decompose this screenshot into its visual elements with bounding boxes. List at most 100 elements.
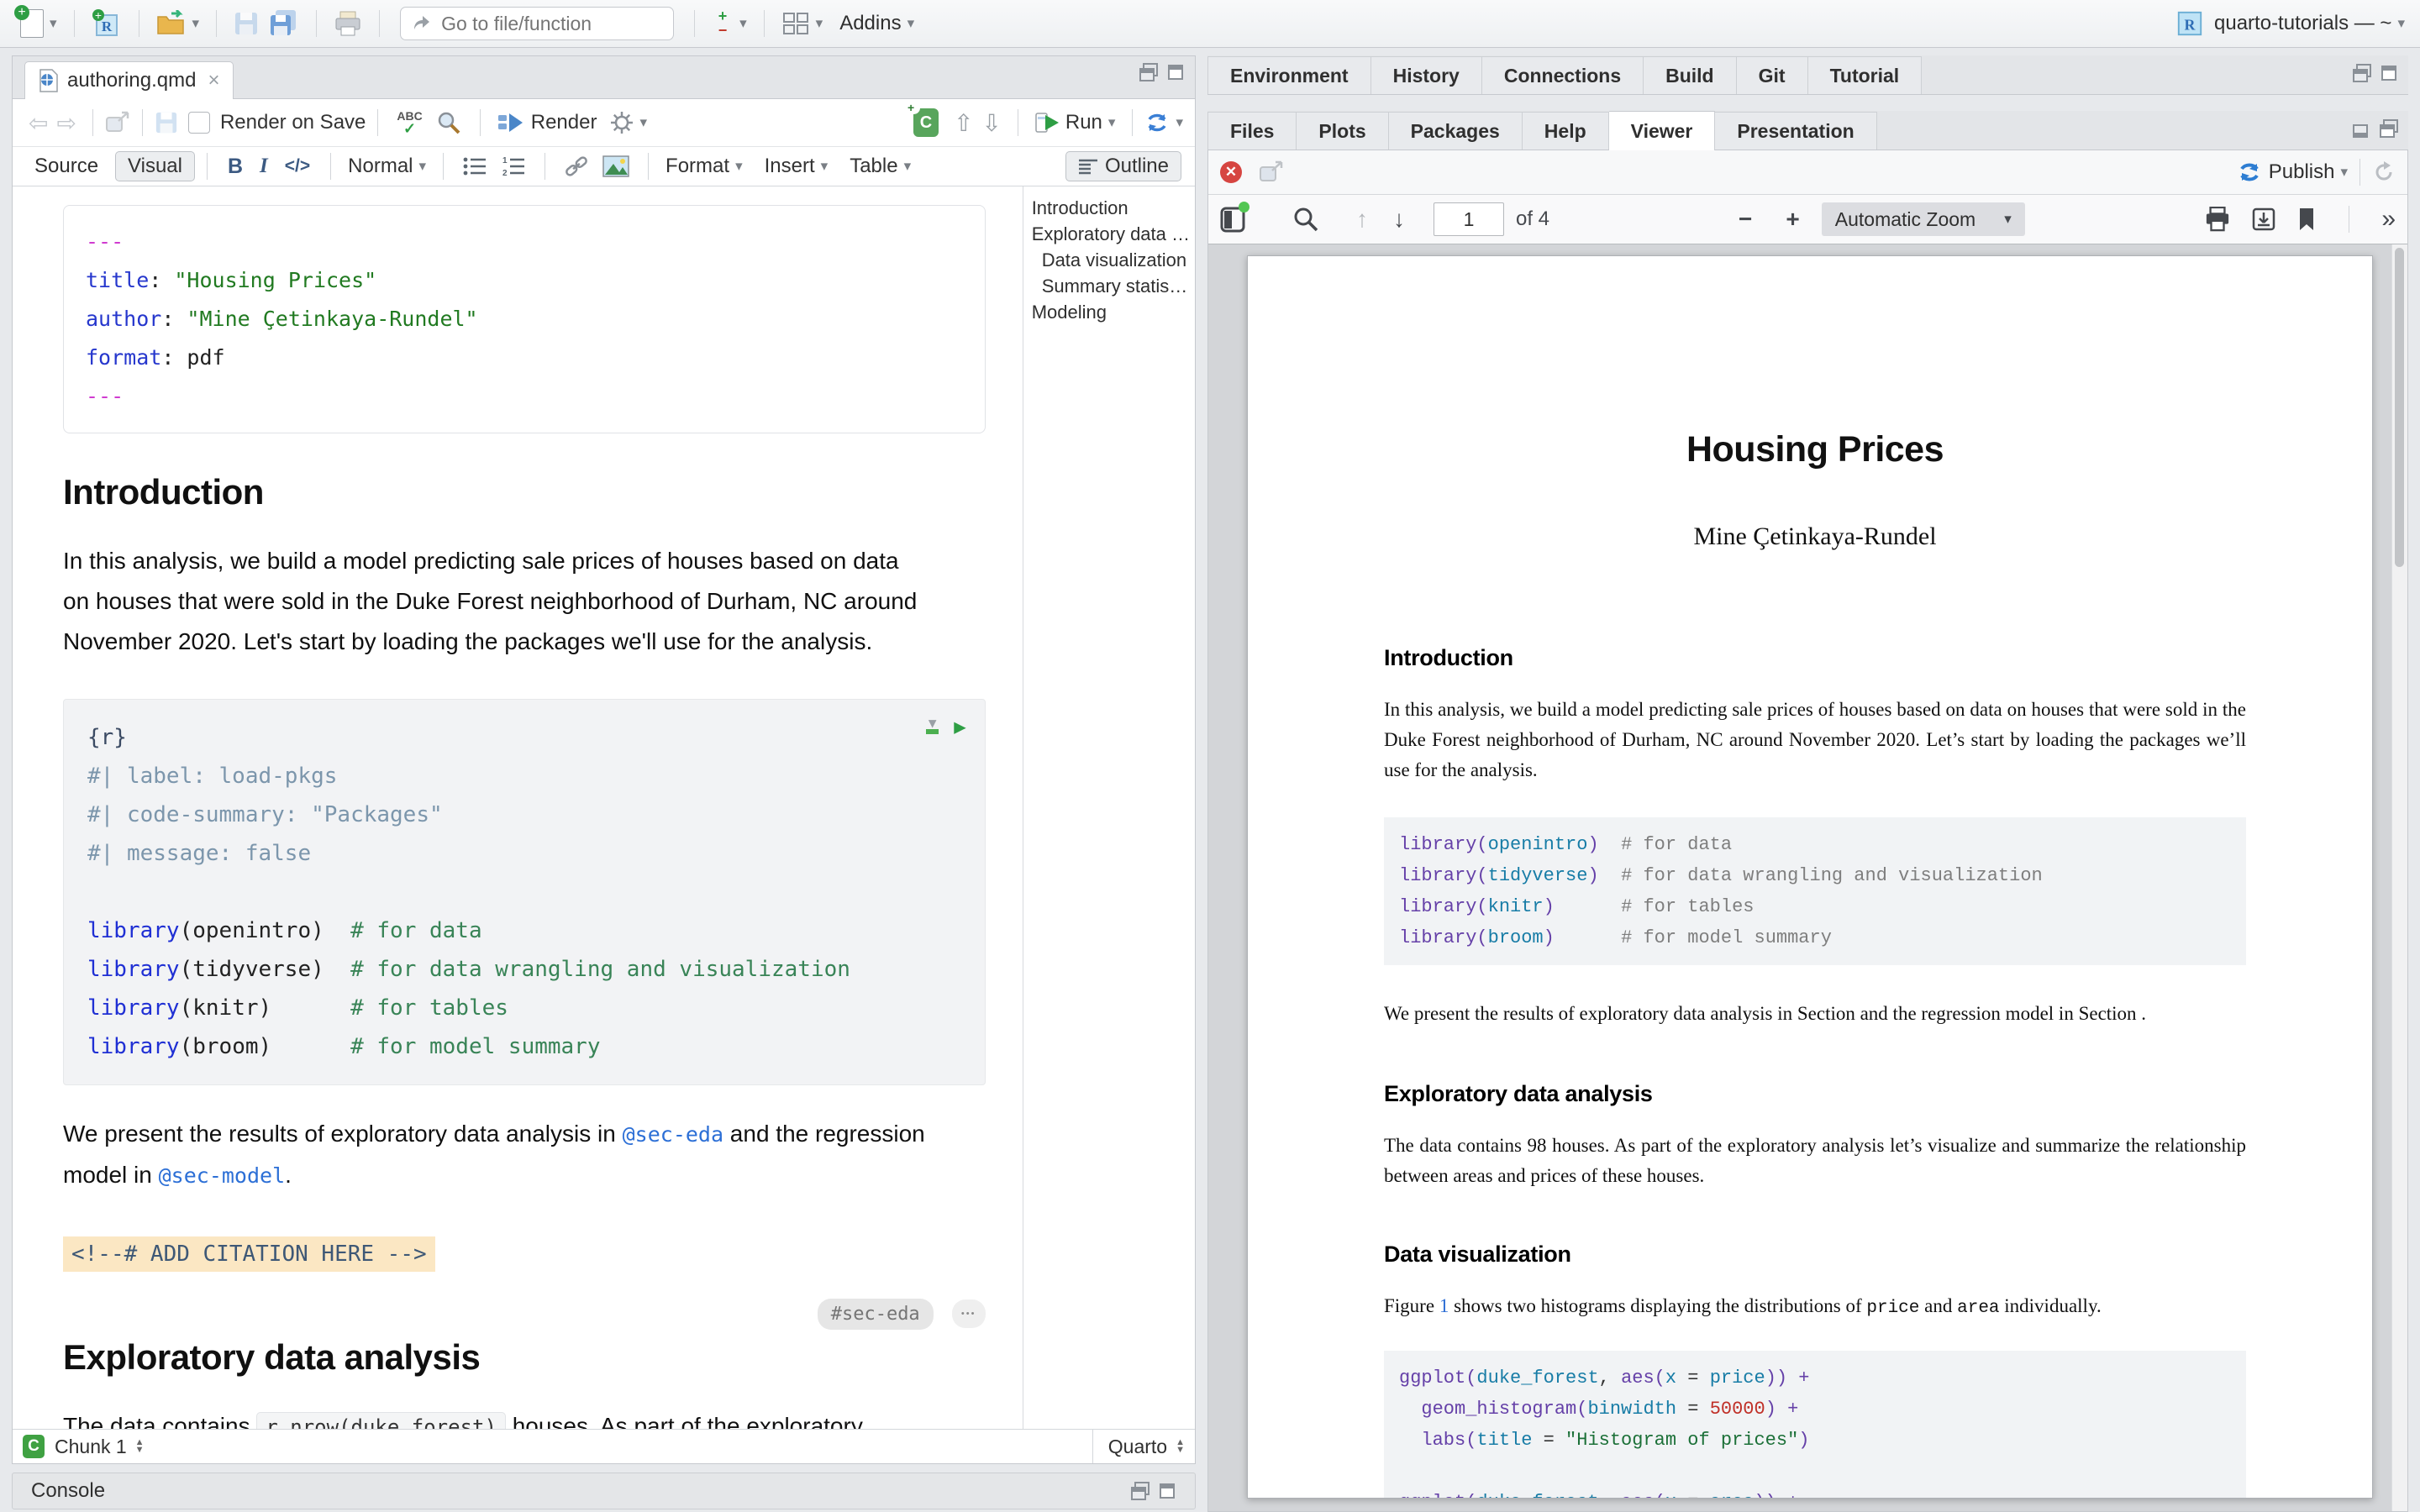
save-icon[interactable]: [155, 111, 178, 134]
pdf-bookmark-icon[interactable]: [2296, 207, 2317, 232]
tab-presentation[interactable]: Presentation: [1715, 112, 1876, 150]
print-button[interactable]: [329, 7, 367, 40]
visual-editor-content[interactable]: ---title: "Housing Prices"author: "Mine …: [13, 186, 1023, 1429]
format-menu[interactable]: Format▾: [660, 151, 748, 181]
render-on-save-checkbox[interactable]: [188, 112, 210, 134]
maximize-pane-icon[interactable]: [1158, 1482, 1176, 1500]
go-next-section-icon[interactable]: ⇩: [981, 109, 1001, 137]
rerun-icon[interactable]: [1144, 111, 1170, 134]
tab-tutorial[interactable]: Tutorial: [1808, 56, 1923, 94]
chevron-down-icon[interactable]: ▾: [1176, 114, 1183, 131]
tab-help[interactable]: Help: [1523, 112, 1609, 150]
close-icon[interactable]: ×: [208, 69, 219, 92]
insert-menu[interactable]: Insert▾: [760, 151, 834, 181]
tab-git[interactable]: Git: [1737, 56, 1808, 94]
pdf-document-area[interactable]: Housing Prices Mine Çetinkaya-Rundel Int…: [1208, 244, 2407, 1511]
page-number-input[interactable]: [1434, 202, 1504, 236]
table-menu[interactable]: Table▾: [844, 151, 916, 181]
tab-plots[interactable]: Plots: [1297, 112, 1388, 150]
yaml-header-block[interactable]: ---title: "Housing Prices"author: "Mine …: [63, 205, 986, 433]
tab-connections[interactable]: Connections: [1482, 56, 1644, 94]
chunk-status-label[interactable]: Chunk 1: [55, 1436, 127, 1458]
new-project-button[interactable]: R +: [87, 5, 127, 42]
mode-stepper-icon[interactable]: ▲▼: [1176, 1439, 1185, 1454]
forward-icon[interactable]: ⇨: [56, 109, 76, 137]
run-chunks-above-icon[interactable]: ▼: [926, 719, 939, 734]
pdf-save-icon[interactable]: [2251, 207, 2276, 232]
zoom-level-select[interactable]: Automatic Zoom ▾: [1822, 202, 2025, 236]
outline-item[interactable]: Exploratory data …: [1032, 221, 1190, 247]
popout-icon[interactable]: [105, 111, 130, 134]
tab-packages[interactable]: Packages: [1389, 112, 1523, 150]
tab-files[interactable]: Files: [1207, 112, 1297, 150]
console-pane-header[interactable]: Console: [12, 1473, 1196, 1509]
previous-page-icon[interactable]: ↑: [1356, 206, 1368, 233]
italic-button[interactable]: I: [260, 155, 268, 178]
minimize-pane-icon[interactable]: [2353, 64, 2371, 82]
bold-button[interactable]: B: [228, 155, 243, 179]
zoom-out-icon[interactable]: −: [1739, 206, 1752, 233]
chunk-stepper-icon[interactable]: ▲▼: [135, 1439, 145, 1454]
run-chunk-icon[interactable]: ▶: [954, 715, 965, 738]
pdf-scrollbar[interactable]: [2391, 244, 2407, 1511]
chevron-down-icon[interactable]: ▾: [639, 114, 647, 131]
visual-mode-button[interactable]: Visual: [115, 151, 195, 181]
publish-button[interactable]: Publish ▾: [2237, 160, 2348, 184]
r-code-chunk[interactable]: ▼ ▶ {r}#| label: load-pkgs#| code-summar…: [63, 699, 986, 1085]
back-icon[interactable]: ⇦: [29, 109, 48, 137]
minimize-pane-icon[interactable]: [2353, 119, 2371, 138]
tab-authoring-qmd[interactable]: authoring.qmd ×: [24, 61, 234, 99]
pdf-pkg-code-block: library(openintro) # for datalibrary(tid…: [1384, 817, 2246, 965]
minimize-pane-icon[interactable]: [1131, 1482, 1150, 1500]
tab-viewer[interactable]: Viewer: [1609, 111, 1716, 150]
source-mode-button[interactable]: Source: [26, 152, 107, 181]
maximize-pane-icon[interactable]: [1166, 63, 1185, 81]
tab-build[interactable]: Build: [1644, 56, 1737, 94]
minimize-pane-icon[interactable]: [1139, 63, 1158, 81]
goto-input[interactable]: [439, 12, 636, 36]
bullet-list-icon[interactable]: [462, 155, 487, 177]
workspace-panes-button[interactable]: ▾: [776, 8, 829, 39]
outline-toggle-button[interactable]: Outline: [1065, 151, 1181, 181]
goto-file-function-box[interactable]: [400, 7, 674, 40]
gear-icon[interactable]: [610, 111, 634, 134]
numbered-list-icon[interactable]: 1 2: [501, 155, 526, 177]
new-file-button[interactable]: + ▾: [15, 6, 62, 41]
pdf-more-tools-icon[interactable]: »: [2381, 205, 2396, 234]
outline-item[interactable]: Modeling: [1032, 299, 1190, 325]
search-icon[interactable]: [436, 110, 461, 135]
sidebar-toggle-button[interactable]: [1220, 205, 1245, 234]
outline-item[interactable]: Data visualization: [1032, 247, 1190, 273]
insert-chunk-button[interactable]: C +: [913, 108, 939, 137]
tab-environment[interactable]: Environment: [1207, 56, 1371, 94]
refresh-icon[interactable]: [2372, 160, 2396, 184]
tab-history[interactable]: History: [1371, 56, 1482, 94]
pdf-scrollbar-thumb[interactable]: [2395, 248, 2404, 567]
section-options-button[interactable]: •••: [952, 1299, 986, 1328]
maximize-pane-icon[interactable]: [2380, 119, 2398, 138]
save-all-button[interactable]: [264, 7, 304, 40]
code-format-button[interactable]: </>: [285, 156, 310, 176]
next-page-icon[interactable]: ↓: [1393, 206, 1405, 233]
version-control-button[interactable]: + − ▾: [707, 6, 752, 41]
document-mode-label[interactable]: Quarto: [1108, 1436, 1167, 1458]
paragraph-style-select[interactable]: Normal ▾: [343, 151, 431, 181]
link-icon[interactable]: [564, 155, 589, 177]
zoom-in-icon[interactable]: +: [1786, 206, 1799, 233]
go-prev-section-icon[interactable]: ⇧: [954, 109, 973, 137]
clear-viewer-icon[interactable]: ✕: [1220, 161, 1242, 183]
spellcheck-icon[interactable]: ABC ✓: [397, 110, 422, 135]
image-icon[interactable]: [602, 155, 629, 177]
pdf-print-icon[interactable]: [2204, 207, 2231, 232]
save-button[interactable]: [229, 8, 264, 39]
outline-item[interactable]: Introduction: [1032, 195, 1190, 221]
project-selector[interactable]: R quarto-tutorials — ~ ▾: [2175, 9, 2405, 38]
maximize-pane-icon[interactable]: [2380, 64, 2398, 82]
addins-button[interactable]: Addins ▾: [834, 8, 919, 39]
pdf-search-icon[interactable]: [1292, 206, 1319, 233]
render-button[interactable]: Render: [492, 108, 602, 138]
run-button[interactable]: Run ▾: [1030, 108, 1121, 138]
outline-item[interactable]: Summary statis…: [1032, 273, 1190, 299]
open-file-button[interactable]: ▾: [151, 7, 205, 40]
popout-icon[interactable]: [1259, 160, 1284, 184]
